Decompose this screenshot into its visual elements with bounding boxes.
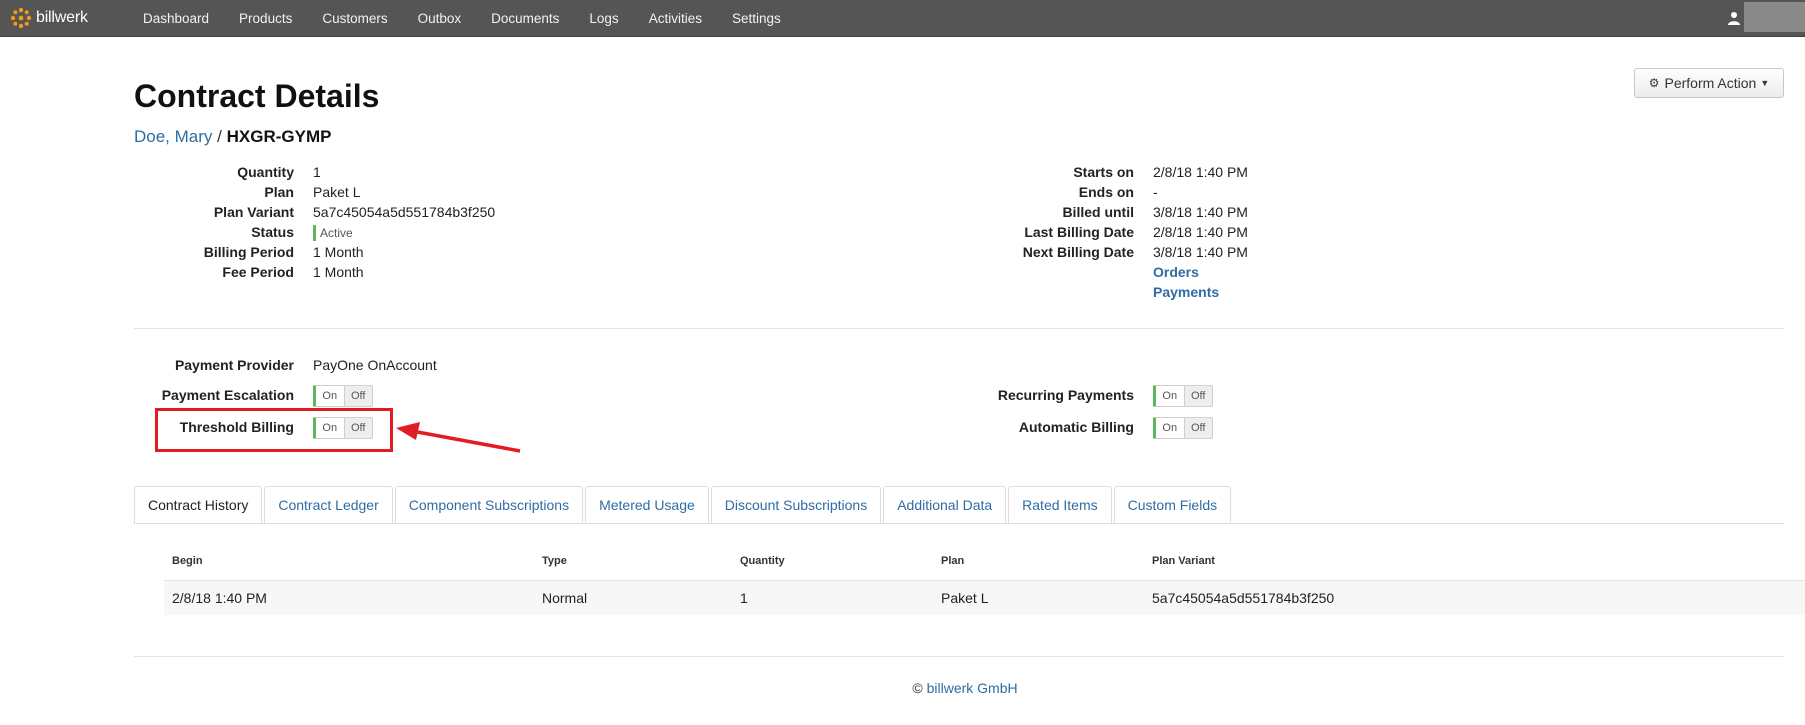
tab-rated-items[interactable]: Rated Items <box>1008 486 1112 524</box>
orders-link[interactable]: Orders <box>1153 264 1199 280</box>
section-divider <box>134 328 1784 329</box>
ends-on-label: Ends on <box>1078 184 1134 200</box>
recurring-payments-label: Recurring Payments <box>997 387 1134 403</box>
nav-dashboard[interactable]: Dashboard <box>128 11 224 26</box>
next-billing-date-label: Next Billing Date <box>1022 244 1134 260</box>
starts-on-value: 2/8/18 1:40 PM <box>1153 164 1248 180</box>
next-billing-date-value: 3/8/18 1:40 PM <box>1153 244 1248 260</box>
quantity-label: Quantity <box>237 164 294 180</box>
company-link[interactable]: billwerk GmbH <box>927 680 1018 696</box>
top-navbar: billwerk Dashboard Products Customers Ou… <box>0 0 1805 37</box>
billed-until-label: Billed until <box>1062 204 1134 220</box>
starts-on-label: Starts on <box>1073 164 1134 180</box>
nav-settings[interactable]: Settings <box>717 11 796 26</box>
footer-divider <box>134 656 1784 657</box>
column-header-type: Type <box>542 555 567 567</box>
recurring-payments-off[interactable]: Off <box>1183 386 1212 406</box>
ends-on-value: - <box>1153 184 1158 200</box>
automatic-billing-label: Automatic Billing <box>1018 419 1134 435</box>
plan-label: Plan <box>264 184 294 200</box>
annotation-arrow-icon <box>396 422 521 453</box>
perform-action-label: Perform Action <box>1664 75 1757 91</box>
quantity-value: 1 <box>313 164 321 180</box>
contract-id: HXGR-GYMP <box>226 127 332 146</box>
contract-tabs: Contract History Contract Ledger Compone… <box>134 486 1233 524</box>
breadcrumb-separator: / <box>217 127 222 146</box>
brand-logo[interactable]: billwerk <box>10 6 88 30</box>
cell-type: Normal <box>542 590 588 606</box>
status-label: Status <box>251 224 294 240</box>
billwerk-logo-icon <box>10 7 32 29</box>
column-header-quantity: Quantity <box>740 555 785 567</box>
tab-custom-fields[interactable]: Custom Fields <box>1113 486 1232 524</box>
payment-escalation-off[interactable]: Off <box>343 386 372 406</box>
recurring-payments-on[interactable]: On <box>1156 386 1184 406</box>
cell-begin: 2/8/18 1:40 PM <box>172 590 267 606</box>
automatic-billing-on[interactable]: On <box>1156 418 1184 438</box>
billing-period-label: Billing Period <box>203 244 294 260</box>
cell-plan-variant: 5a7c45054a5d551784b3f250 <box>1152 590 1335 606</box>
last-billing-date-label: Last Billing Date <box>1024 224 1134 240</box>
plan-variant-label: Plan Variant <box>213 204 294 220</box>
fee-period-label: Fee Period <box>222 264 294 280</box>
nav-logs[interactable]: Logs <box>574 11 633 26</box>
tab-contract-ledger[interactable]: Contract Ledger <box>264 486 393 524</box>
payment-escalation-label: Payment Escalation <box>161 387 294 403</box>
perform-action-button[interactable]: ⚙ Perform Action ▼ <box>1634 68 1784 98</box>
tabs-baseline <box>134 523 1784 524</box>
payment-provider-value: PayOne OnAccount <box>313 357 437 373</box>
tab-contract-history[interactable]: Contract History <box>134 486 263 524</box>
tab-discount-subscriptions[interactable]: Discount Subscriptions <box>710 486 882 524</box>
status-badge: Active <box>313 225 353 241</box>
user-menu[interactable] <box>1744 2 1805 32</box>
footer: © billwerk GmbH <box>0 680 1805 696</box>
cell-quantity: 1 <box>740 590 748 606</box>
user-icon[interactable] <box>1727 11 1741 25</box>
recurring-payments-toggle[interactable]: On Off <box>1153 385 1213 407</box>
copyright-symbol: © <box>912 680 923 696</box>
nav-activities[interactable]: Activities <box>634 11 717 26</box>
caret-down-icon: ▼ <box>1760 78 1770 88</box>
payment-provider-label: Payment Provider <box>174 357 294 373</box>
customer-link[interactable]: Doe, Mary <box>134 127 212 146</box>
nav-outbox[interactable]: Outbox <box>403 11 477 26</box>
nav-documents[interactable]: Documents <box>476 11 574 26</box>
gear-icon: ⚙ <box>1648 76 1660 90</box>
cell-plan: Paket L <box>941 590 989 606</box>
tab-component-subscriptions[interactable]: Component Subscriptions <box>394 486 584 524</box>
payments-link[interactable]: Payments <box>1153 284 1219 300</box>
column-header-plan: Plan <box>941 555 965 567</box>
payment-escalation-toggle[interactable]: On Off <box>313 385 373 407</box>
nav-products[interactable]: Products <box>224 11 307 26</box>
plan-variant-value: 5a7c45054a5d551784b3f250 <box>313 204 496 220</box>
brand-name: billwerk <box>36 9 88 26</box>
column-header-plan-variant: Plan Variant <box>1152 555 1215 567</box>
annotation-highlight-box <box>155 408 393 452</box>
automatic-billing-toggle[interactable]: On Off <box>1153 417 1213 439</box>
billed-until-value: 3/8/18 1:40 PM <box>1153 204 1248 220</box>
tab-additional-data[interactable]: Additional Data <box>883 486 1007 524</box>
automatic-billing-off[interactable]: Off <box>1183 418 1212 438</box>
payment-escalation-on[interactable]: On <box>316 386 344 406</box>
page-title: Contract Details <box>134 78 380 114</box>
breadcrumb: Doe, Mary / HXGR-GYMP <box>134 127 331 147</box>
main-menu: Dashboard Products Customers Outbox Docu… <box>128 0 796 37</box>
last-billing-date-value: 2/8/18 1:40 PM <box>1153 224 1248 240</box>
tab-metered-usage[interactable]: Metered Usage <box>585 486 709 524</box>
fee-period-value: 1 Month <box>313 264 364 280</box>
nav-customers[interactable]: Customers <box>307 11 402 26</box>
plan-value: Paket L <box>313 184 361 200</box>
billing-period-value: 1 Month <box>313 244 364 260</box>
column-header-begin: Begin <box>172 555 203 567</box>
